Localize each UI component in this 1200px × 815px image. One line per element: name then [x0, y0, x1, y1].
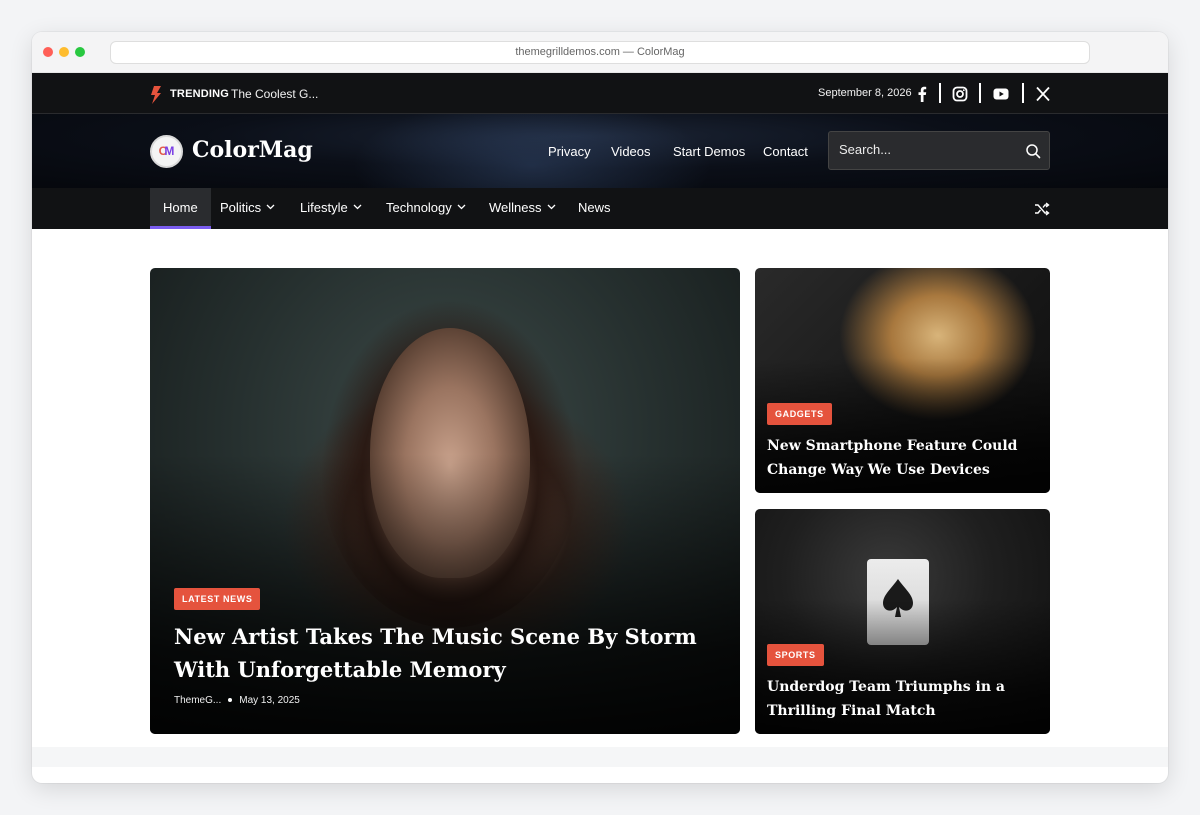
header-link-videos[interactable]: Videos — [611, 144, 651, 159]
social-divider — [979, 83, 981, 103]
chevron-down-icon — [266, 204, 275, 210]
meta-separator — [228, 697, 233, 702]
side-post-title[interactable]: Underdog Team Triumphs in a Thrilling Fi… — [767, 675, 1037, 723]
youtube-icon[interactable] — [993, 86, 1009, 102]
nav-item-politics[interactable]: Politics — [207, 188, 288, 229]
featured-post-main[interactable]: LATEST NEWS New Artist Takes The Music S… — [150, 268, 740, 734]
header-link-start-demos[interactable]: Start Demos — [673, 144, 745, 159]
nav-item-home[interactable]: Home — [150, 188, 211, 229]
x-icon[interactable] — [1035, 86, 1051, 102]
trending-headline-link[interactable]: The Coolest G... — [231, 87, 318, 101]
nav-item-technology[interactable]: Technology — [373, 188, 479, 229]
header-link-contact[interactable]: Contact — [763, 144, 808, 159]
category-badge-sports[interactable]: SPORTS — [767, 644, 824, 666]
main-navigation: Home Politics Lifestyle Technology Welln… — [32, 188, 1168, 229]
lightning-icon — [151, 86, 161, 104]
instagram-icon[interactable] — [952, 86, 968, 102]
chevron-down-icon — [457, 204, 466, 210]
browser-window: themegrilldemos.com — ColorMag TRENDING … — [32, 32, 1168, 783]
side-post-title[interactable]: New Smartphone Feature Could Change Way … — [767, 434, 1037, 482]
trending-label: TRENDING — [170, 88, 230, 100]
social-divider — [939, 83, 941, 103]
post-meta: ThemeG... May 13, 2025 — [174, 695, 300, 706]
top-bar: TRENDING The Coolest G... September 8, 2… — [32, 73, 1168, 114]
minimize-window-button[interactable] — [59, 47, 69, 57]
site-logo[interactable]: CM — [150, 135, 183, 168]
featured-post-side-2[interactable]: SPORTS Underdog Team Triumphs in a Thril… — [755, 509, 1050, 734]
maximize-window-button[interactable] — [75, 47, 85, 57]
search-box — [828, 131, 1050, 170]
post-author-link[interactable]: ThemeG... — [174, 695, 221, 706]
featured-post-side-1[interactable]: GADGETS New Smartphone Feature Could Cha… — [755, 268, 1050, 493]
featured-post-title[interactable]: New Artist Takes The Music Scene By Stor… — [174, 620, 714, 686]
chevron-down-icon — [547, 204, 555, 210]
header-link-privacy[interactable]: Privacy — [548, 144, 591, 159]
featured-content: LATEST NEWS New Artist Takes The Music S… — [32, 229, 1168, 767]
search-input[interactable] — [839, 142, 1009, 157]
social-divider — [1022, 83, 1024, 103]
post-date[interactable]: May 13, 2025 — [239, 695, 300, 706]
search-icon[interactable] — [1025, 143, 1041, 159]
current-date: September 8, 2026 — [818, 87, 912, 99]
nav-item-news[interactable]: News — [565, 188, 624, 229]
site-title[interactable]: ColorMag — [192, 137, 313, 163]
site-header: CM ColorMag Privacy Videos Start Demos C… — [32, 114, 1168, 188]
browser-chrome: themegrilldemos.com — ColorMag — [32, 32, 1168, 73]
close-window-button[interactable] — [43, 47, 53, 57]
chevron-down-icon — [353, 204, 362, 210]
facebook-icon[interactable] — [914, 86, 930, 102]
content-bottom-strip — [32, 747, 1168, 767]
nav-item-wellness[interactable]: Wellness — [476, 188, 569, 229]
shuffle-icon[interactable] — [1034, 201, 1050, 217]
header-background-art — [352, 114, 712, 188]
nav-item-lifestyle[interactable]: Lifestyle — [287, 188, 375, 229]
category-badge-gadgets[interactable]: GADGETS — [767, 403, 832, 425]
category-badge-latest-news[interactable]: LATEST NEWS — [174, 588, 261, 610]
address-bar[interactable]: themegrilldemos.com — ColorMag — [110, 41, 1090, 64]
